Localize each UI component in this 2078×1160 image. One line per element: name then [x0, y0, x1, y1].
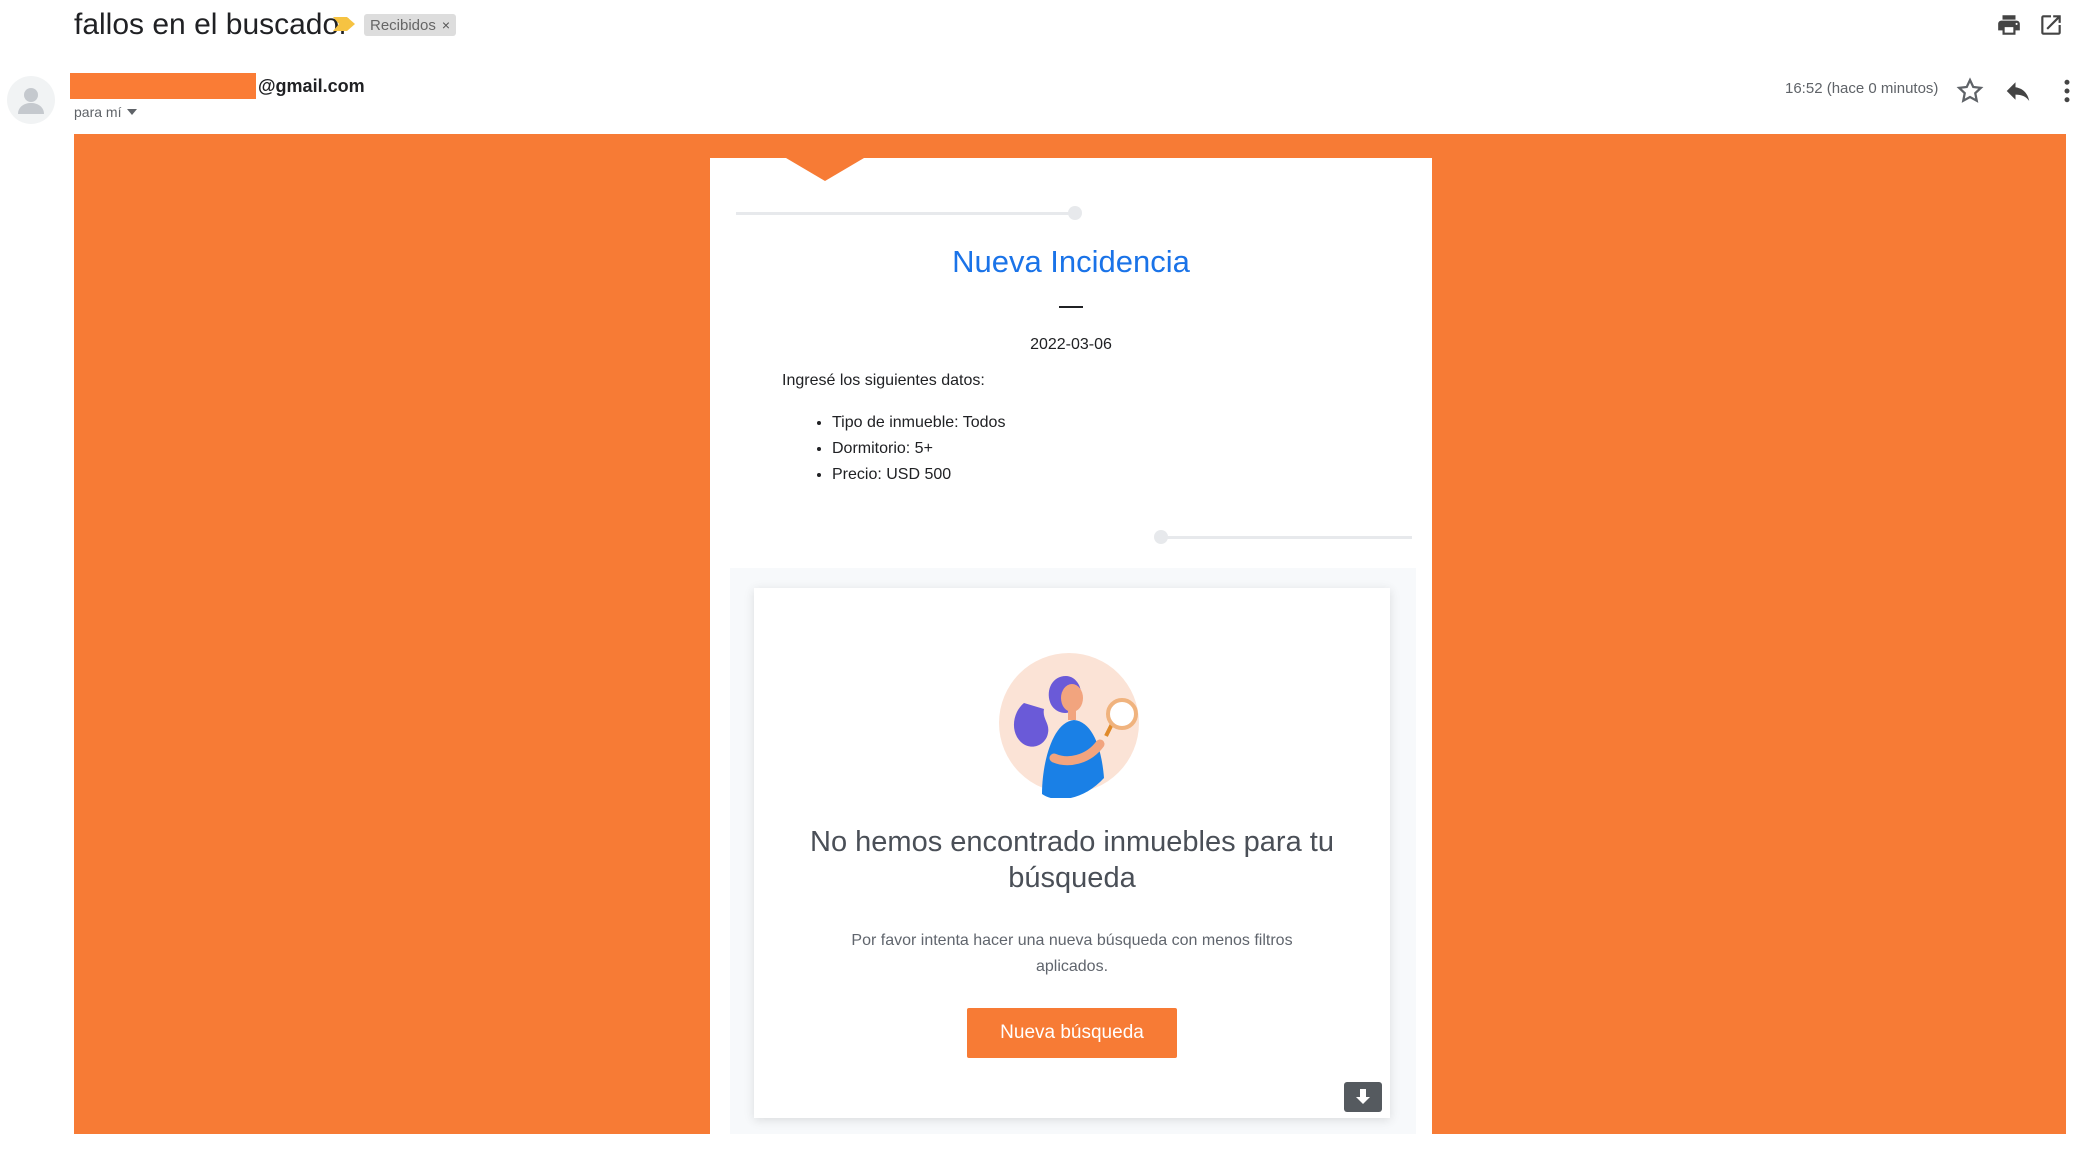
incident-date: 2022-03-06	[1030, 336, 1112, 353]
list-item: Precio: USD 500	[832, 462, 1005, 488]
label-chip-text: Recibidos	[370, 16, 436, 34]
intro-text: Ingresé los siguientes datos:	[782, 372, 985, 389]
download-icon[interactable]	[1344, 1082, 1382, 1112]
label-chip-inbox: Recibidos ×	[364, 14, 457, 36]
new-search-button[interactable]: Nueva búsqueda	[967, 1008, 1177, 1058]
decorative-dot	[1154, 530, 1168, 544]
print-icon[interactable]	[1996, 12, 2022, 38]
card-notch	[786, 158, 864, 181]
avatar-icon	[7, 76, 55, 124]
sender-email-suffix: @gmail.com	[258, 75, 365, 96]
recipient-details-toggle[interactable]: para mí	[74, 104, 138, 120]
recipient-text: para mí	[74, 104, 122, 120]
decorative-line	[1160, 536, 1412, 539]
email-content-card: Nueva Incidencia 2022-03-06 Ingresé los …	[710, 158, 1432, 1134]
decorative-line	[736, 212, 1074, 215]
search-criteria-list: Tipo de inmueble: Todos Dormitorio: 5+ P…	[814, 410, 1005, 488]
more-vert-icon[interactable]	[2052, 76, 2078, 106]
email-timestamp: 16:52 (hace 0 minutos)	[1785, 80, 1939, 97]
reply-icon[interactable]	[2003, 76, 2033, 106]
star-icon[interactable]	[1955, 76, 1985, 106]
list-item: Dormitorio: 5+	[832, 436, 1005, 462]
open-in-new-window-icon[interactable]	[2038, 12, 2064, 38]
email-title: Nueva Incidencia	[952, 244, 1190, 279]
no-results-card: No hemos encontrado inmuebles para tu bú…	[754, 588, 1390, 1118]
search-illustration	[999, 653, 1139, 798]
redacted-block	[70, 73, 256, 99]
remove-label-icon[interactable]: ×	[442, 17, 450, 33]
importance-marker-icon[interactable]	[333, 17, 355, 31]
chevron-down-icon	[127, 109, 138, 115]
sender-email[interactable]: @gmail.com	[70, 72, 365, 100]
results-screenshot: No hemos encontrado inmuebles para tu bú…	[730, 568, 1416, 1134]
email-subject: fallos en el buscador	[74, 8, 350, 41]
title-divider	[1059, 306, 1083, 308]
no-results-subtext: Por favor intenta hacer una nueva búsque…	[851, 932, 1293, 975]
list-item: Tipo de inmueble: Todos	[832, 410, 1005, 436]
decorative-dot	[1068, 206, 1082, 220]
no-results-heading: No hemos encontrado inmuebles para tu bú…	[810, 826, 1334, 894]
